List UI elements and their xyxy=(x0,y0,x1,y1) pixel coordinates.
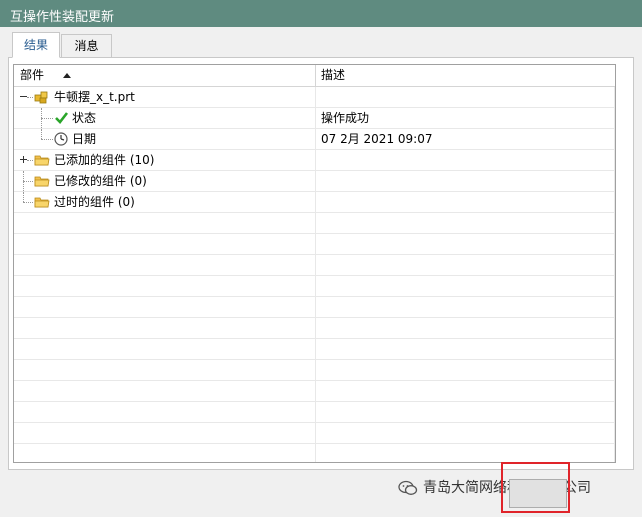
window-title: 互操作性装配更新 xyxy=(10,10,115,25)
empty-row xyxy=(14,318,615,339)
titlebar: 互操作性装配更新 xyxy=(0,0,642,27)
tab-messages[interactable]: 消息 xyxy=(61,34,112,58)
table-row[interactable]: 牛顿摆_x_t.prt xyxy=(14,87,615,108)
folder-icon xyxy=(34,195,50,209)
table-header: 部件 描述 xyxy=(14,65,615,87)
row-name: 已修改的组件 (0) xyxy=(54,174,147,188)
row-name: 过时的组件 (0) xyxy=(54,195,135,209)
empty-row xyxy=(14,339,615,360)
empty-row xyxy=(14,255,615,276)
empty-row xyxy=(14,360,615,381)
table-row[interactable]: 日期 07 2月 2021 09:07 xyxy=(14,129,615,150)
sort-ascending-icon[interactable] xyxy=(62,65,72,86)
column-header-part[interactable]: 部件 xyxy=(20,65,44,86)
expand-icon[interactable] xyxy=(20,156,27,163)
highlight-box xyxy=(501,462,570,513)
column-header-description[interactable]: 描述 xyxy=(321,65,345,86)
table-row[interactable]: 状态 操作成功 xyxy=(14,108,615,129)
wechat-icon xyxy=(398,480,418,496)
collapse-icon[interactable] xyxy=(20,93,27,100)
empty-row xyxy=(14,276,615,297)
row-desc: 操作成功 xyxy=(321,111,370,125)
tab-results[interactable]: 结果 xyxy=(12,32,60,58)
row-desc: 07 2月 2021 09:07 xyxy=(321,132,433,146)
empty-row xyxy=(14,297,615,318)
folder-icon xyxy=(34,174,50,188)
column-divider[interactable] xyxy=(315,65,316,86)
empty-row xyxy=(14,402,615,423)
row-name: 状态 xyxy=(72,111,97,125)
table-row[interactable]: 过时的组件 (0) xyxy=(14,192,615,213)
table-row[interactable]: 已添加的组件 (10) xyxy=(14,150,615,171)
results-table[interactable]: 部件 描述 牛顿摆_x_t.prt 状态 操作成功 日期 07 2月 2021 … xyxy=(13,64,616,463)
empty-row xyxy=(14,444,615,462)
assembly-icon xyxy=(34,90,49,104)
empty-row xyxy=(14,234,615,255)
empty-row xyxy=(14,423,615,444)
empty-row xyxy=(14,213,615,234)
clock-icon xyxy=(54,132,69,146)
checkmark-icon xyxy=(54,111,69,125)
empty-row xyxy=(14,381,615,402)
row-name: 牛顿摆_x_t.prt xyxy=(54,90,135,104)
row-name: 日期 xyxy=(72,132,97,146)
folder-icon xyxy=(34,153,50,167)
row-name: 已添加的组件 (10) xyxy=(54,153,155,167)
table-row[interactable]: 已修改的组件 (0) xyxy=(14,171,615,192)
